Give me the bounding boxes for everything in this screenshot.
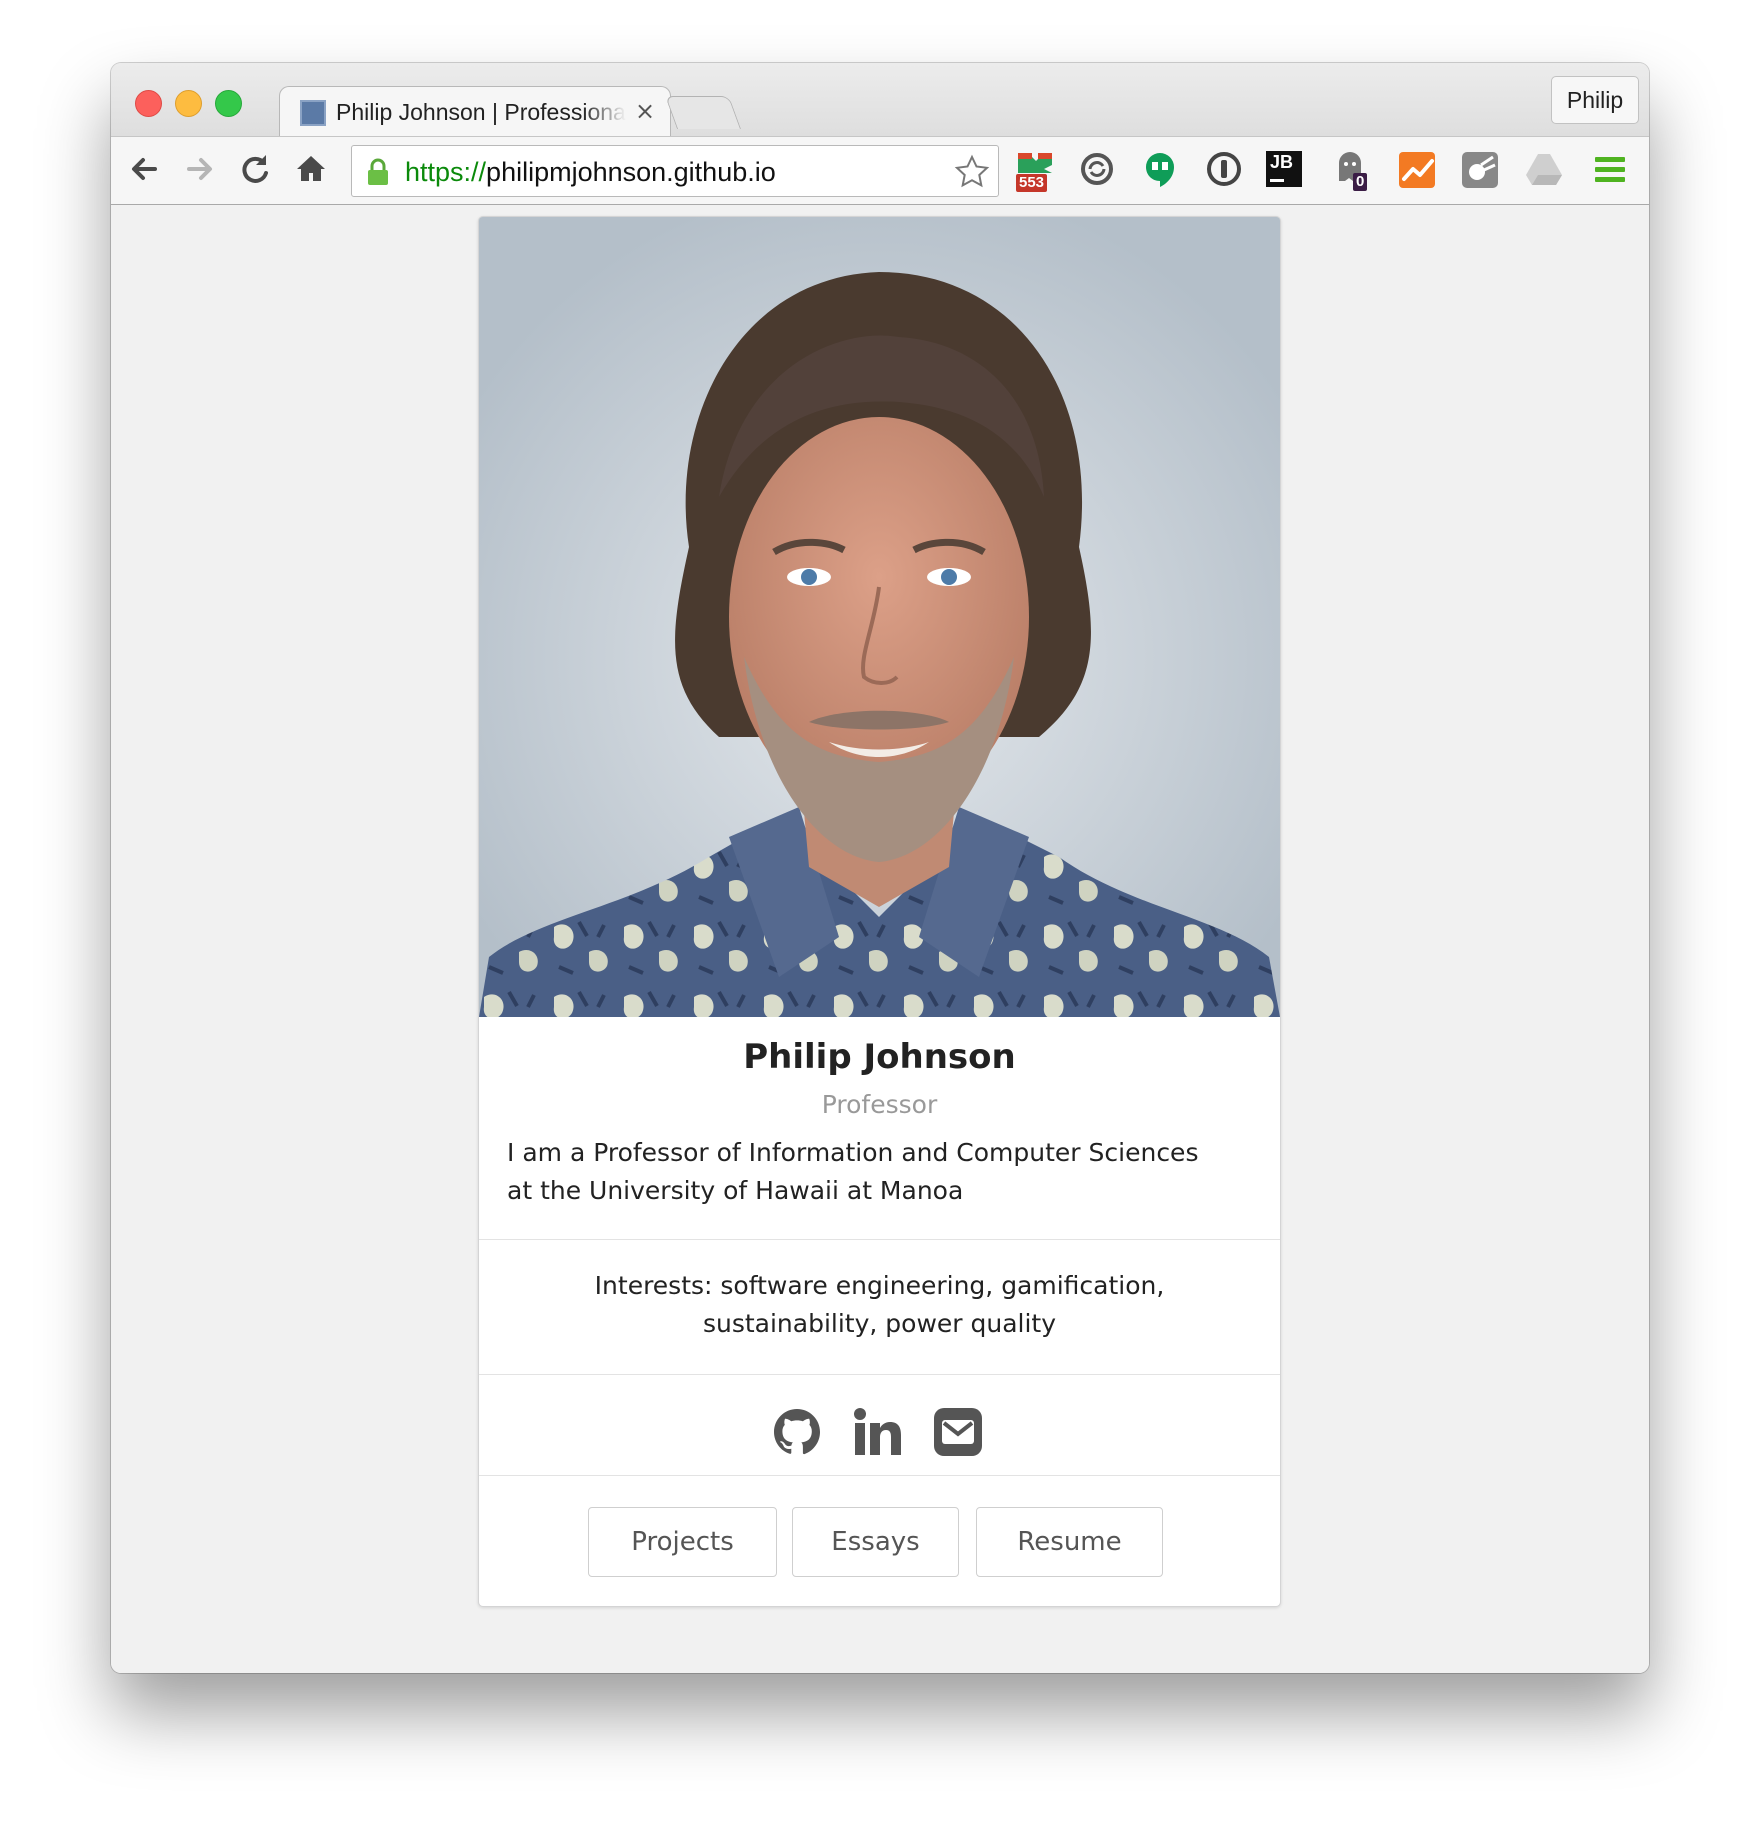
linkedin-icon[interactable] (852, 1406, 904, 1458)
favicon-icon (300, 100, 326, 126)
analytics-icon[interactable] (1396, 147, 1438, 191)
profile-card: Philip Johnson Professor I am a Professo… (478, 216, 1281, 1607)
browser-window: Philip Johnson | Professional Portfolio … (111, 63, 1649, 1673)
minimize-window-button[interactable] (175, 90, 202, 117)
resume-button[interactable]: Resume (976, 1507, 1163, 1577)
profile-description: I am a Professor of Information and Comp… (507, 1134, 1252, 1210)
portrait-image (479, 217, 1280, 1017)
description-line: at the University of Hawaii at Manoa (507, 1176, 964, 1205)
interests-line: sustainability, power quality (702, 1309, 1057, 1338)
title-bar: Philip Johnson | Professional Portfolio … (111, 63, 1649, 139)
bookmark-star-icon[interactable] (954, 154, 990, 190)
profile-role: Professor (821, 1090, 938, 1119)
tab-close-icon[interactable]: × (635, 97, 655, 125)
description-line: I am a Professor of Information and Comp… (507, 1138, 1199, 1167)
reload-icon[interactable] (235, 149, 275, 189)
divider (479, 1475, 1280, 1476)
divider (479, 1239, 1280, 1240)
drive-icon[interactable] (1523, 147, 1565, 191)
interests-line: Interests: software engineering, gamific… (594, 1271, 1165, 1300)
jetbrains-label: JB (1270, 152, 1294, 172)
sync-icon[interactable] (1076, 147, 1118, 191)
home-icon[interactable] (291, 149, 331, 189)
interests-text: Interests: software engineering, gamific… (539, 1267, 1220, 1343)
address-bar[interactable]: https://philipmjohnson.github.io (351, 145, 999, 197)
profile-photo (479, 217, 1280, 1017)
active-tab[interactable]: Philip Johnson | Professional Portfolio … (279, 86, 671, 139)
hangouts-icon[interactable] (1139, 147, 1181, 191)
tab-title: Philip Johnson | Professional Portfolio (336, 99, 626, 125)
page-content: Philip Johnson Professor I am a Professo… (111, 205, 1649, 1673)
url-scheme: https:// (405, 157, 487, 187)
profile-name: Philip Johnson (743, 1037, 1016, 1077)
gitlab-badge: 553 (1016, 174, 1048, 192)
close-window-button[interactable] (135, 90, 162, 117)
github-icon[interactable] (771, 1406, 823, 1458)
maximize-window-button[interactable] (215, 90, 242, 117)
lock-icon (368, 158, 388, 185)
forward-icon[interactable] (179, 149, 219, 189)
ghostery-icon[interactable]: 0 (1331, 147, 1373, 191)
menu-icon[interactable] (1589, 147, 1631, 191)
back-icon[interactable] (125, 149, 165, 189)
url-host: philipmjohnson.github.io (486, 157, 776, 187)
toolbar: https://philipmjohnson.github.io 553 JB … (111, 136, 1649, 205)
essays-button[interactable]: Essays (792, 1507, 959, 1577)
new-tab-button[interactable] (664, 96, 742, 129)
profile-button[interactable]: Philip (1551, 76, 1639, 124)
gitlab-icon[interactable]: 553 (1014, 147, 1056, 192)
email-icon[interactable] (932, 1406, 984, 1458)
comet-icon[interactable] (1459, 147, 1501, 191)
jetbrains-icon[interactable]: JB (1266, 151, 1302, 187)
projects-button[interactable]: Projects (588, 1507, 777, 1577)
ghostery-badge: 0 (1353, 173, 1368, 191)
1password-icon[interactable] (1203, 147, 1245, 191)
url-text: https://philipmjohnson.github.io (405, 157, 776, 188)
divider (479, 1374, 1280, 1375)
